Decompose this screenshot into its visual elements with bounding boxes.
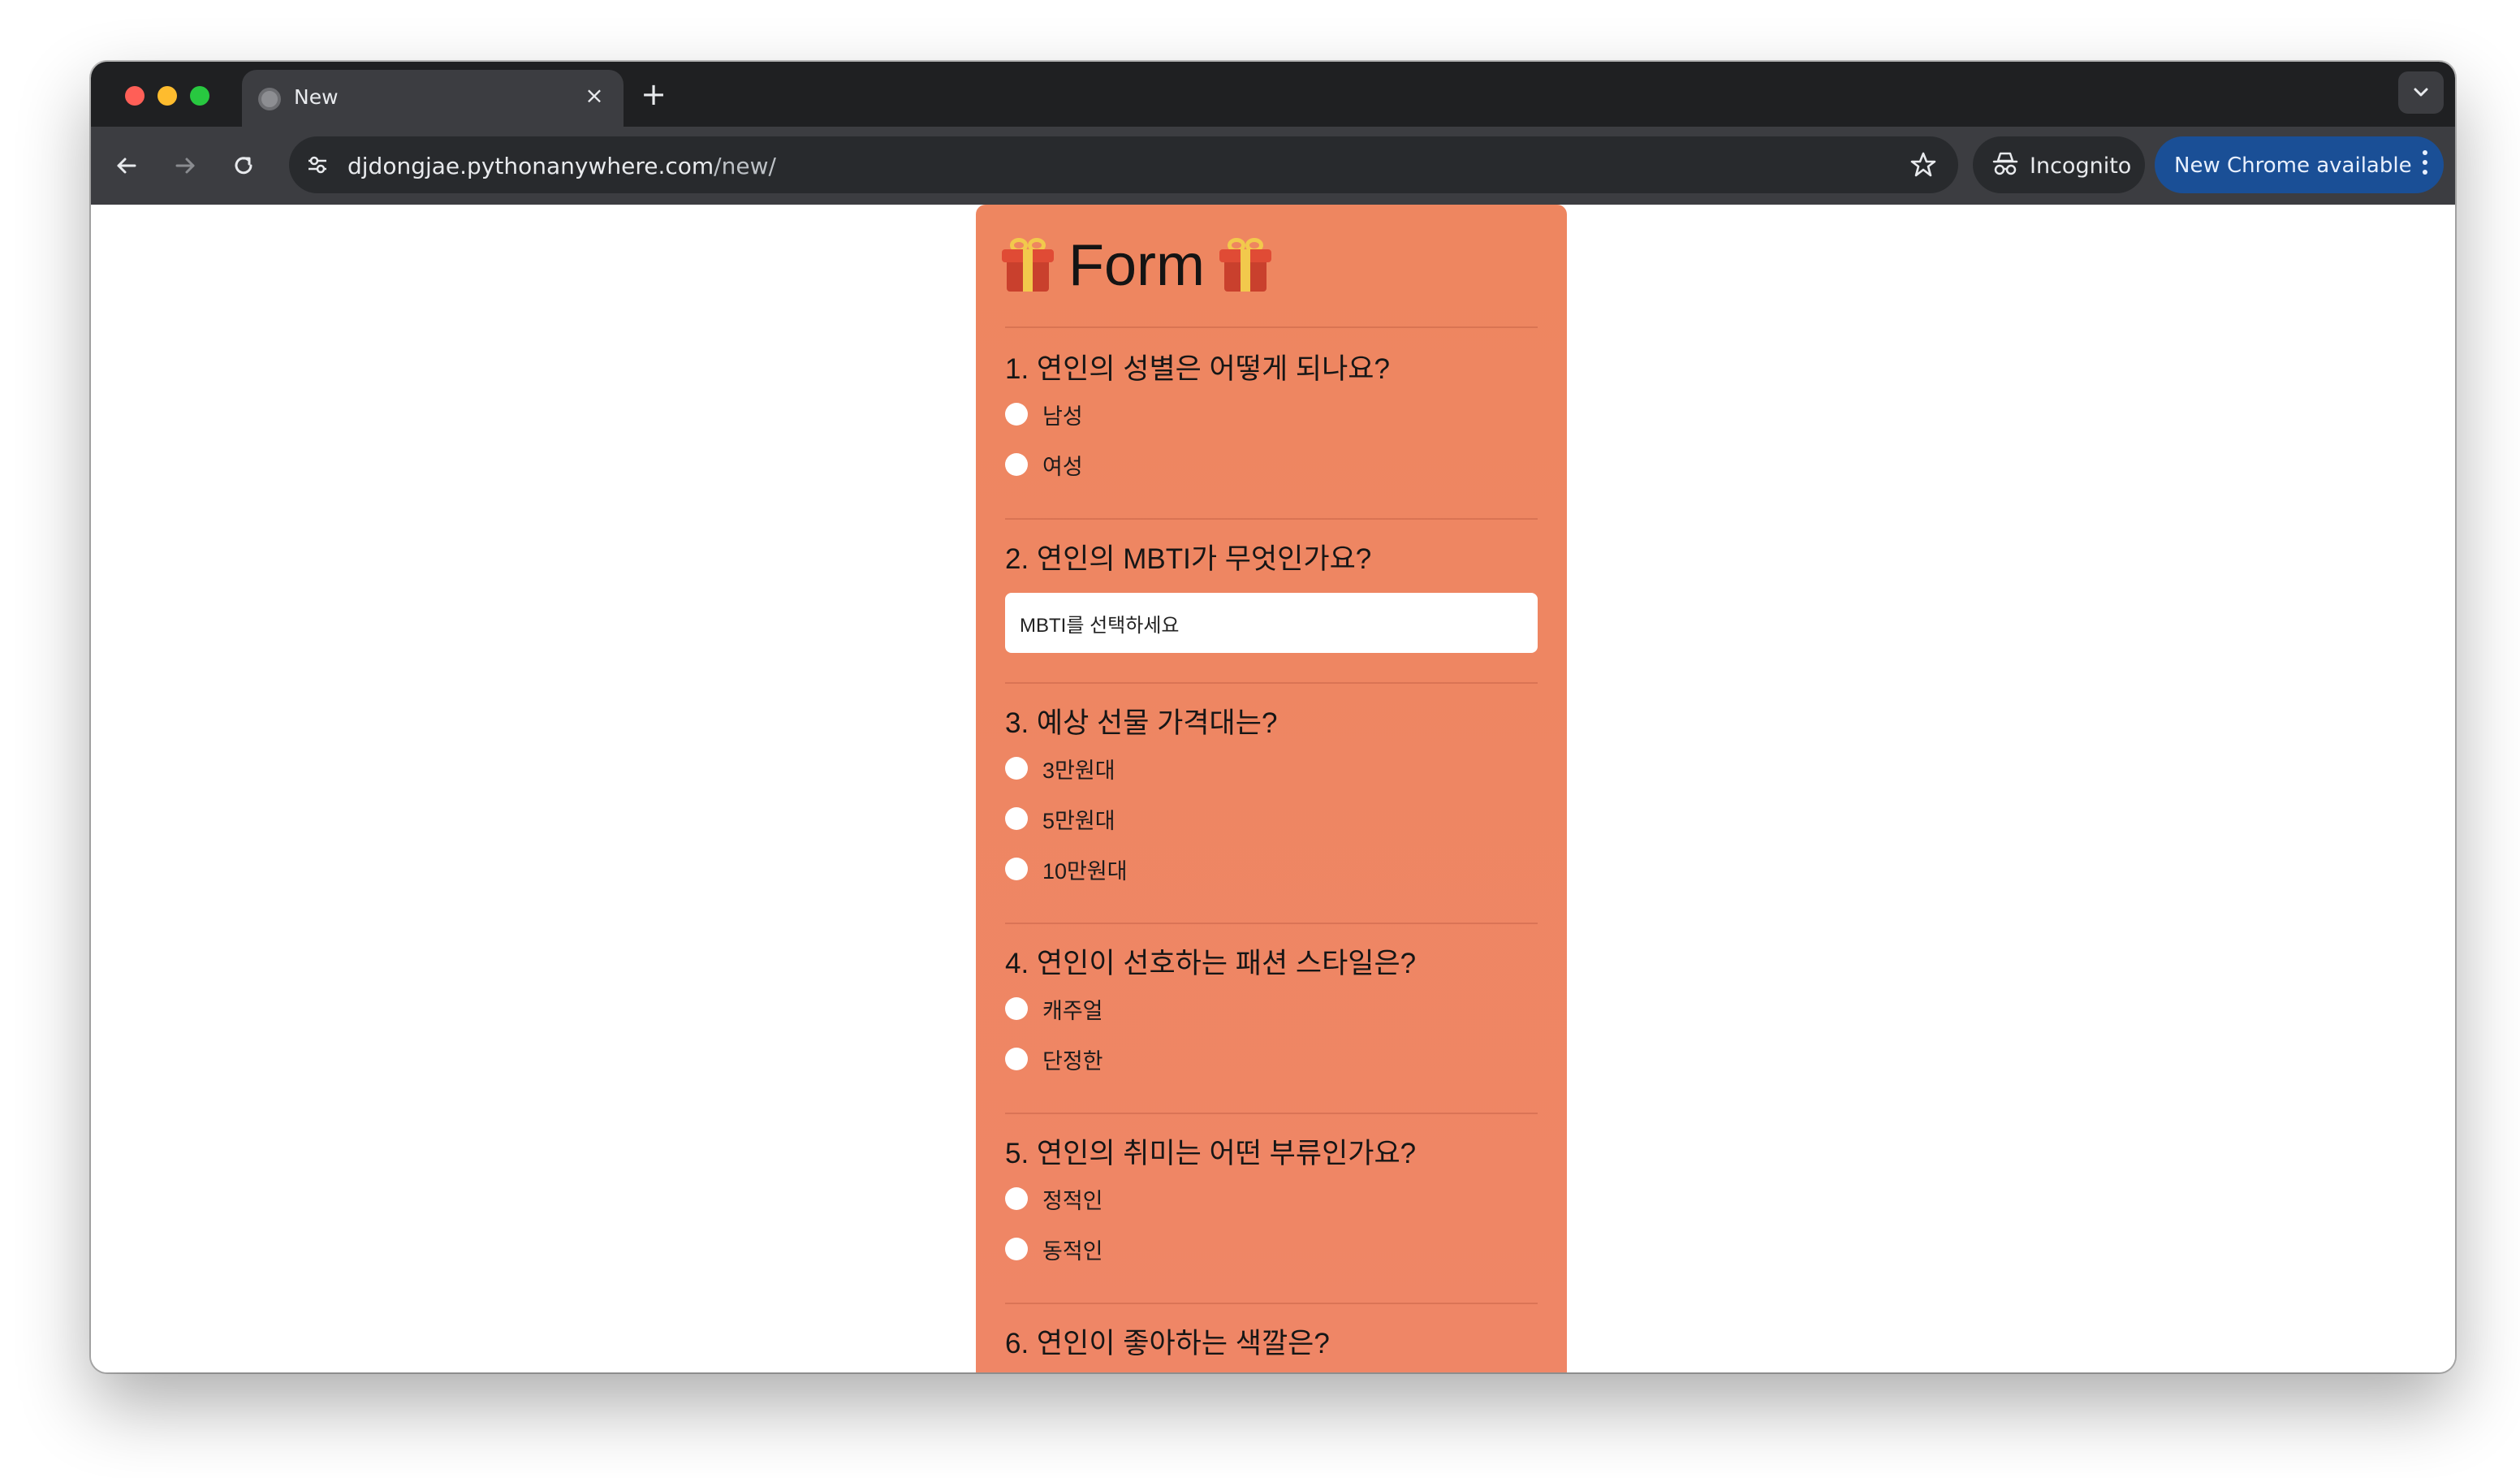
site-info-button[interactable] bbox=[297, 145, 338, 185]
question-6: 6. 연인이 좋아하는 색깔은? bbox=[1005, 1328, 1330, 1359]
reload-button[interactable] bbox=[224, 146, 263, 185]
divider bbox=[1005, 326, 1538, 328]
chevron-down-icon bbox=[2414, 88, 2428, 97]
close-tab-icon[interactable]: × bbox=[580, 81, 609, 110]
new-tab-button[interactable]: + bbox=[636, 78, 671, 112]
url-path: /new/ bbox=[714, 153, 776, 179]
incognito-label: Incognito bbox=[2030, 153, 2132, 179]
option-label: 3만원대 bbox=[1042, 758, 1115, 783]
forward-button[interactable] bbox=[166, 146, 205, 185]
reload-icon bbox=[235, 157, 252, 175]
option-label: 동적인 bbox=[1042, 1238, 1103, 1264]
chrome-update-button[interactable]: New Chrome available bbox=[2155, 136, 2444, 193]
radio-button[interactable] bbox=[1005, 453, 1028, 476]
close-window-button[interactable] bbox=[125, 86, 145, 106]
url-host: djdongjae.pythonanywhere.com bbox=[347, 153, 714, 179]
form-card: Form 1. 연인의 성별은 어떻게 되나요? 남성 여성 2. 연인의 MB… bbox=[976, 205, 1567, 1372]
option-female[interactable]: 여성 bbox=[1005, 448, 1083, 481]
arrow-left-icon bbox=[117, 158, 136, 174]
gift-icon bbox=[1002, 238, 1054, 293]
mbti-select[interactable]: MBTI를 선택하세요 bbox=[1005, 593, 1538, 653]
radio-button[interactable] bbox=[1005, 403, 1028, 426]
maximize-window-button[interactable] bbox=[190, 86, 209, 106]
divider bbox=[1005, 1303, 1538, 1304]
radio-button[interactable] bbox=[1005, 858, 1028, 880]
option-neat[interactable]: 단정한 bbox=[1005, 1043, 1103, 1075]
option-price-50k[interactable]: 5만원대 bbox=[1005, 802, 1115, 835]
option-label: 여성 bbox=[1042, 454, 1083, 479]
form-title-text: Form bbox=[1068, 233, 1205, 298]
radio-button[interactable] bbox=[1005, 757, 1028, 780]
option-active[interactable]: 동적인 bbox=[1005, 1233, 1103, 1265]
question-1: 1. 연인의 성별은 어떻게 되나요? bbox=[1005, 353, 1390, 385]
browser-window: New × + djdongjae.pythonanywhere.com/new… bbox=[91, 62, 2455, 1372]
option-label: 남성 bbox=[1042, 404, 1083, 429]
radio-button[interactable] bbox=[1005, 1187, 1028, 1210]
option-label: 캐주얼 bbox=[1042, 998, 1103, 1023]
incognito-chip[interactable]: Incognito bbox=[1973, 136, 2145, 193]
radio-button[interactable] bbox=[1005, 997, 1028, 1020]
gift-icon bbox=[1219, 238, 1271, 293]
option-price-100k[interactable]: 10만원대 bbox=[1005, 853, 1128, 885]
update-label: New Chrome available bbox=[2174, 153, 2412, 178]
tune-icon bbox=[309, 156, 326, 174]
tab-title: New bbox=[294, 85, 339, 109]
question-5: 5. 연인의 취미는 어떤 부류인가요? bbox=[1005, 1138, 1417, 1169]
option-label: 5만원대 bbox=[1042, 808, 1115, 833]
incognito-icon bbox=[1992, 152, 2018, 175]
url-text: djdongjae.pythonanywhere.com/new/ bbox=[347, 153, 776, 179]
option-label: 10만원대 bbox=[1042, 858, 1128, 884]
option-price-30k[interactable]: 3만원대 bbox=[1005, 752, 1115, 784]
divider bbox=[1005, 518, 1538, 520]
globe-icon bbox=[258, 88, 281, 110]
tab-strip: New × + bbox=[91, 62, 2455, 127]
form-title: Form bbox=[1002, 232, 1271, 299]
mbti-select-text: MBTI를 선택하세요 bbox=[1020, 614, 1180, 637]
browser-toolbar: djdongjae.pythonanywhere.com/new/ Incogn… bbox=[91, 127, 2455, 205]
option-casual[interactable]: 캐주얼 bbox=[1005, 992, 1103, 1025]
question-2: 2. 연인의 MBTI가 무엇인가요? bbox=[1005, 543, 1372, 575]
address-bar[interactable]: djdongjae.pythonanywhere.com/new/ bbox=[289, 136, 1958, 193]
bookmark-button[interactable] bbox=[1905, 146, 1942, 184]
page-viewport: Form 1. 연인의 성별은 어떻게 되나요? 남성 여성 2. 연인의 MB… bbox=[91, 205, 2455, 1372]
arrow-right-icon bbox=[175, 158, 195, 174]
radio-button[interactable] bbox=[1005, 1238, 1028, 1260]
tab-search-button[interactable] bbox=[2398, 71, 2444, 114]
divider bbox=[1005, 1113, 1538, 1114]
question-4: 4. 연인이 선호하는 패션 스타일은? bbox=[1005, 948, 1417, 979]
option-male[interactable]: 남성 bbox=[1005, 398, 1083, 430]
kebab-icon[interactable] bbox=[2421, 150, 2429, 179]
option-static[interactable]: 정적인 bbox=[1005, 1182, 1103, 1215]
star-icon bbox=[1910, 152, 1936, 177]
radio-button[interactable] bbox=[1005, 807, 1028, 830]
back-button[interactable] bbox=[107, 146, 146, 185]
divider bbox=[1005, 923, 1538, 924]
question-3: 3. 예상 선물 가격대는? bbox=[1005, 707, 1278, 739]
option-label: 정적인 bbox=[1042, 1188, 1103, 1213]
minimize-window-button[interactable] bbox=[158, 86, 177, 106]
divider bbox=[1005, 682, 1538, 684]
tab-new[interactable]: New × bbox=[242, 70, 624, 127]
radio-button[interactable] bbox=[1005, 1048, 1028, 1070]
option-label: 단정한 bbox=[1042, 1048, 1103, 1074]
